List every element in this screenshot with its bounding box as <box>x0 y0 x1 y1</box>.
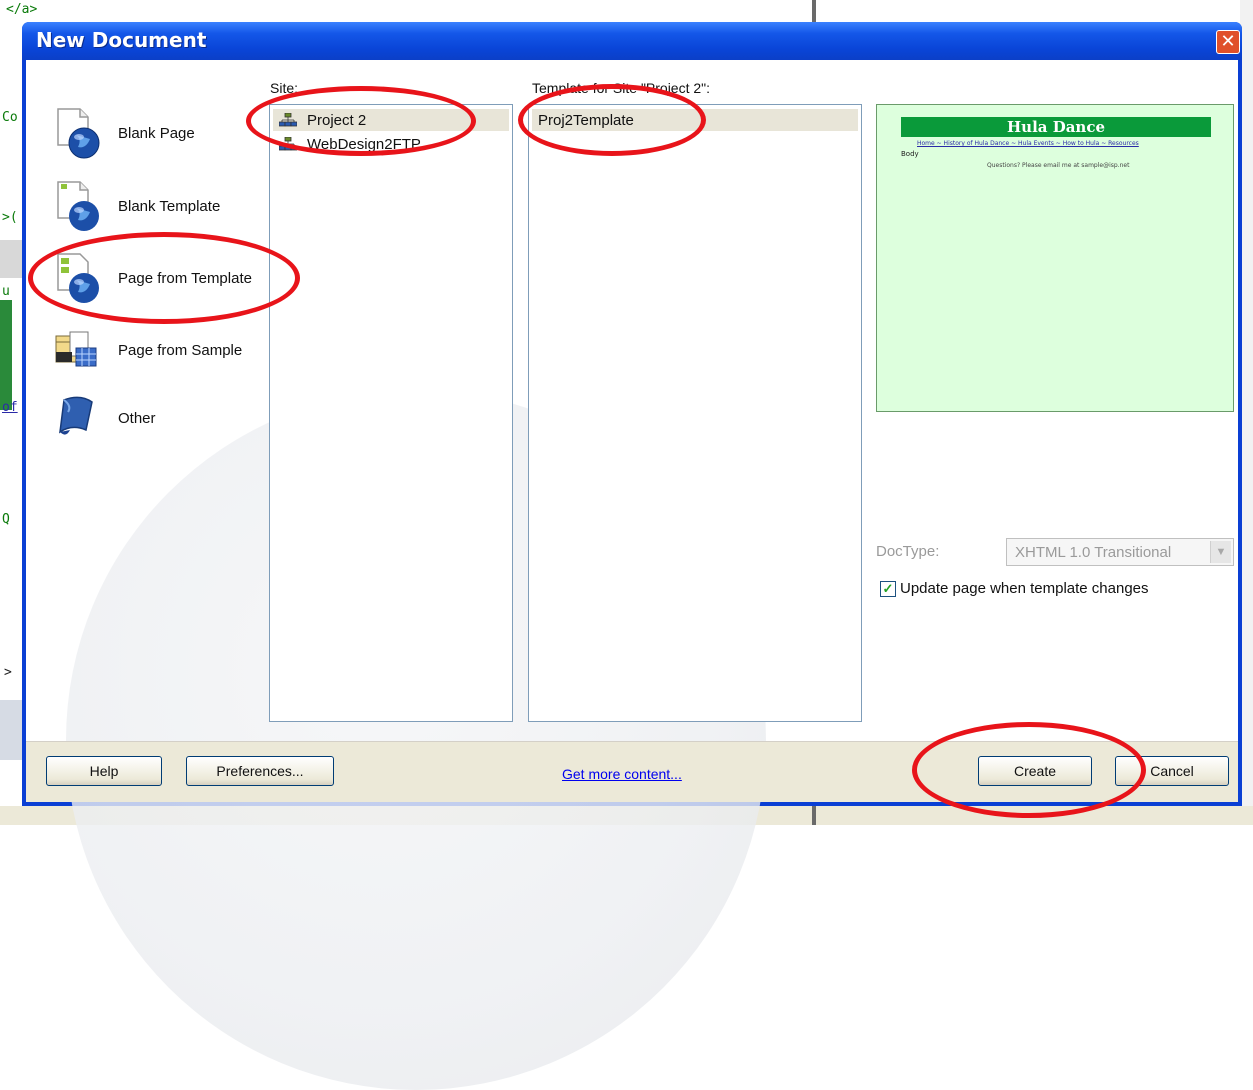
background-code-fragment: >( <box>2 210 18 225</box>
dialog-body: Blank Page Blank Template Page from Temp… <box>26 60 1238 1090</box>
blank-template-icon <box>50 178 106 234</box>
background-divider <box>812 806 816 825</box>
other-icon <box>50 390 106 446</box>
preferences-button[interactable]: Preferences... <box>186 756 334 786</box>
background-code-line: </a> <box>6 2 38 17</box>
page-from-sample-icon <box>50 322 106 378</box>
category-label: Other <box>118 409 156 427</box>
background-code-fragment: Q <box>2 512 10 527</box>
help-button[interactable]: Help <box>46 756 162 786</box>
preview-nav: Home ~ History of Hula Dance ~ Hula Even… <box>917 140 1139 147</box>
blank-page-icon <box>50 105 106 161</box>
update-page-checkbox[interactable]: ✓ <box>880 580 896 597</box>
background-panel <box>0 240 22 278</box>
category-page-from-sample[interactable]: Page from Sample <box>50 322 242 378</box>
category-blank-template[interactable]: Blank Template <box>50 178 220 234</box>
background-code-fragment: > <box>4 665 12 680</box>
category-label: Page from Sample <box>118 341 243 359</box>
chevron-down-icon[interactable]: ▼ <box>1210 541 1231 563</box>
template-list[interactable]: Proj2Template <box>528 104 862 722</box>
dialog-titlebar[interactable]: New Document ✕ <box>22 22 1242 60</box>
template-preview: Hula Dance Home ~ History of Hula Dance … <box>876 104 1234 412</box>
annotation-oval-template <box>518 84 706 156</box>
category-other[interactable]: Other <box>50 390 156 446</box>
dialog-title: New Document <box>36 28 207 52</box>
site-list[interactable]: Project 2 WebDesign2FTP <box>269 104 513 722</box>
annotation-oval-category <box>28 232 300 324</box>
background-panel <box>0 700 22 760</box>
doctype-label: DocType: <box>876 543 940 560</box>
preview-banner: Hula Dance <box>901 117 1211 137</box>
preview-body: Body <box>901 150 919 158</box>
close-icon[interactable]: ✕ <box>1216 30 1240 54</box>
background-green-bar <box>0 300 12 410</box>
get-more-content-link[interactable]: Get more content... <box>562 766 682 782</box>
background-code-fragment: u <box>2 284 10 299</box>
category-blank-page[interactable]: Blank Page <box>50 105 195 161</box>
background-code-fragment: Co <box>2 110 18 125</box>
doctype-value: XHTML 1.0 Transitional <box>1015 544 1172 561</box>
annotation-oval-site <box>246 86 476 156</box>
update-page-checkbox-label: Update page when template changes <box>900 580 1149 597</box>
update-page-checkbox-row[interactable]: ✓ Update page when template changes <box>880 580 1149 597</box>
annotation-oval-create <box>912 722 1146 818</box>
preview-question: Questions? Please email me at sample@isp… <box>987 162 1130 169</box>
category-label: Blank Page <box>118 124 195 142</box>
background-code-fragment: of <box>2 400 18 415</box>
category-label: Blank Template <box>118 197 221 215</box>
doctype-select[interactable]: XHTML 1.0 Transitional ▼ <box>1006 538 1234 566</box>
background-divider <box>812 0 816 22</box>
